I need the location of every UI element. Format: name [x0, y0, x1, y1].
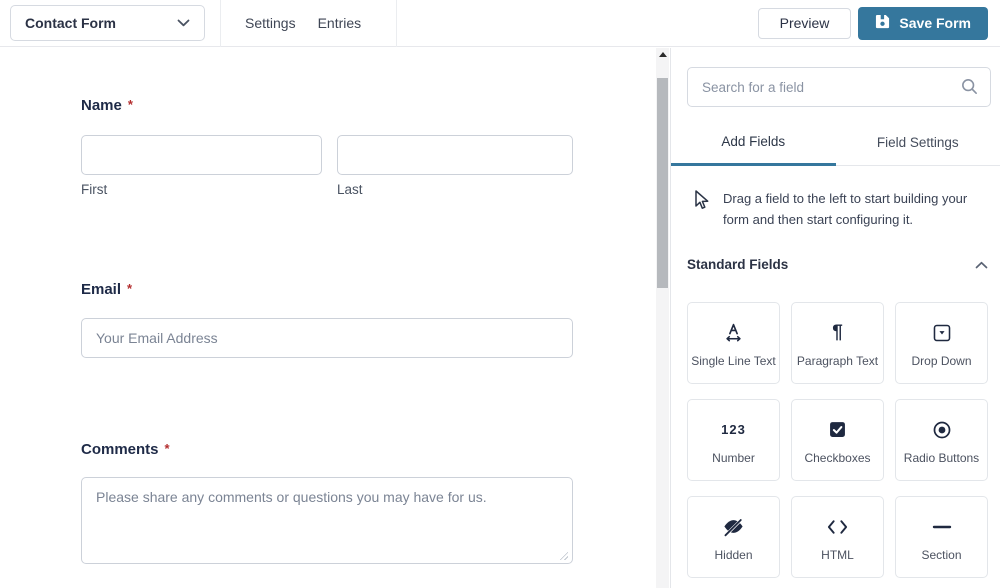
field-button-paragraph-text[interactable]: ¶ Paragraph Text: [791, 301, 884, 384]
comments-field-label-row: Comments *: [81, 441, 656, 459]
field-button-hidden[interactable]: Hidden: [687, 495, 780, 578]
main-area: Name * First Last Email * Comments *: [0, 48, 1000, 588]
drag-hint-text: Drag a field to the left to start buildi…: [723, 191, 968, 227]
canvas-scrollbar[interactable]: [656, 48, 669, 588]
field-button-label: Single Line Text: [691, 353, 776, 368]
last-name-sublabel: Last: [337, 182, 363, 197]
email-field-block[interactable]: Email *: [81, 281, 656, 358]
hidden-icon: [722, 514, 745, 540]
name-field-block[interactable]: Name * First Last: [81, 97, 656, 197]
section-icon: [932, 514, 952, 540]
field-button-label: Section: [921, 547, 962, 562]
required-asterisk: *: [127, 97, 133, 112]
tab-add-fields[interactable]: Add Fields: [671, 120, 836, 166]
chevron-up-icon: [975, 256, 988, 274]
name-field-label: Name: [81, 97, 122, 114]
comments-textarea[interactable]: [81, 477, 573, 564]
checkboxes-icon: [827, 417, 848, 443]
field-button-checkboxes[interactable]: Checkboxes: [791, 398, 884, 481]
cursor-arrow-icon: [691, 189, 710, 231]
tab-field-settings[interactable]: Field Settings: [835, 120, 1000, 166]
field-button-section[interactable]: Section: [895, 495, 988, 578]
standard-fields-header[interactable]: Standard Fields: [687, 256, 988, 274]
required-asterisk: *: [164, 441, 170, 456]
field-button-label: Hidden: [714, 547, 753, 562]
comments-field-label: Comments: [81, 441, 159, 458]
topbar: Contact Form Settings Entries Preview Sa…: [0, 0, 1000, 47]
preview-button[interactable]: Preview: [757, 7, 852, 39]
scrollbar-thumb[interactable]: [657, 78, 668, 288]
first-name-input[interactable]: [81, 135, 322, 175]
fields-sidebar: Add Fields Field Settings Drag a field t…: [670, 48, 1000, 588]
paragraph-text-icon: ¶: [832, 321, 843, 343]
search-input[interactable]: [687, 67, 991, 107]
tab-entries[interactable]: Entries: [318, 15, 362, 31]
comments-field-block[interactable]: Comments *: [81, 441, 656, 564]
field-search: [687, 67, 991, 107]
field-button-label: Checkboxes: [804, 450, 871, 465]
html-icon: [826, 514, 849, 540]
sidebar-tabs: Add Fields Field Settings: [671, 120, 1000, 166]
last-name-input[interactable]: [337, 135, 573, 175]
name-inputs-row: First Last: [81, 135, 573, 197]
drop-down-icon: [931, 320, 953, 346]
field-button-label: Paragraph Text: [796, 353, 879, 368]
drag-hint: Drag a field to the left to start buildi…: [671, 189, 1000, 231]
email-field-label-row: Email *: [81, 281, 656, 299]
save-button-label: Save Form: [899, 15, 971, 31]
field-button-radio-buttons[interactable]: Radio Buttons: [895, 398, 988, 481]
field-button-label: Radio Buttons: [903, 450, 980, 465]
email-field-label: Email: [81, 281, 122, 298]
tab-settings[interactable]: Settings: [245, 15, 296, 31]
field-button-label: HTML: [821, 547, 854, 562]
number-icon: 123: [721, 422, 746, 438]
name-field-label-row: Name *: [81, 97, 656, 115]
single-line-text-icon: [722, 320, 745, 346]
field-grid: Single Line Text ¶ Paragraph Text Drop D…: [687, 301, 988, 578]
form-selector-label: Contact Form: [25, 15, 116, 31]
field-button-html[interactable]: HTML: [791, 495, 884, 578]
field-button-drop-down[interactable]: Drop Down: [895, 301, 988, 384]
topbar-divider: [396, 0, 398, 47]
standard-fields-title: Standard Fields: [687, 257, 789, 273]
topbar-divider: [220, 0, 221, 47]
chevron-down-icon: [177, 14, 190, 32]
form-canvas: Name * First Last Email * Comments *: [0, 48, 656, 588]
first-name-sublabel: First: [81, 182, 108, 197]
email-input[interactable]: [81, 318, 573, 358]
search-icon: [960, 77, 979, 101]
save-floppy-icon: [875, 14, 890, 32]
field-button-number[interactable]: 123 Number: [687, 398, 780, 481]
form-selector-dropdown[interactable]: Contact Form: [10, 5, 205, 41]
field-button-label: Number: [712, 450, 755, 465]
last-name-column: Last: [337, 135, 573, 197]
required-asterisk: *: [127, 281, 133, 296]
field-button-single-line-text[interactable]: Single Line Text: [687, 301, 780, 384]
radio-buttons-icon: [931, 417, 953, 443]
field-button-label: Drop Down: [911, 353, 972, 368]
first-name-column: First: [81, 135, 322, 197]
scrollbar-up-arrow-icon[interactable]: [658, 52, 667, 57]
save-form-button[interactable]: Save Form: [858, 6, 988, 40]
